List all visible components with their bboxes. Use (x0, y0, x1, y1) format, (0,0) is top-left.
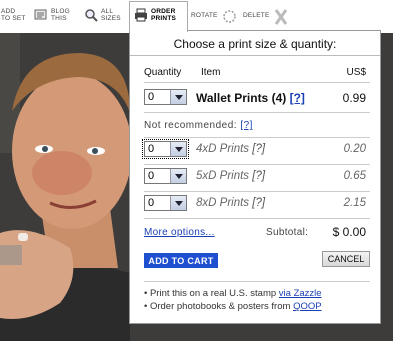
more-options-link[interactable]: More options... (144, 227, 215, 238)
delete-x-icon (274, 9, 288, 25)
qoop-text: • Order photobooks & posters from (144, 301, 291, 312)
row-divider (144, 164, 370, 165)
cancel-button[interactable]: CANCEL (322, 251, 370, 267)
not-recommended-label: Not recommended: [?] (144, 120, 253, 131)
8xd-price: 2.15 (343, 197, 366, 209)
blog-this-label: BLOG THIS (51, 8, 70, 22)
chevron-down-icon (170, 196, 186, 210)
4xd-quantity-select[interactable]: 0 (142, 139, 189, 159)
blog-this-button[interactable]: BLOG THIS (34, 2, 70, 30)
row-divider (144, 191, 370, 192)
panel-title: Choose a print size & quantity: (173, 37, 337, 51)
8xd-quantity-select[interactable]: 0 (144, 195, 187, 211)
add-to-cart-button[interactable]: ADD TO CART (144, 253, 218, 268)
5xd-prints-item: 5xD Prints [?] (196, 170, 265, 182)
item-name: 5xD Prints (196, 170, 250, 182)
5xd-price: 0.65 (343, 170, 366, 182)
qoop-link[interactable]: QOOP (293, 301, 322, 312)
delete-button[interactable]: DELETE (243, 2, 291, 30)
row-divider (144, 112, 370, 113)
rotate-label: ROTATE (191, 12, 218, 19)
4xd-prints-item: 4xD Prints [?] (196, 143, 265, 155)
photo-toolbar: ADD TO SET BLOG THIS ALL SIZES ORDER PRI… (0, 0, 393, 33)
blog-icon (34, 8, 48, 22)
quantity-header: Quantity (144, 67, 182, 78)
all-sizes-button[interactable]: ALL SIZES (84, 2, 121, 30)
select-value: 0 (148, 143, 155, 155)
5xd-quantity-select[interactable]: 0 (144, 168, 187, 184)
header-divider (144, 82, 370, 83)
item-name: 8xD Prints (196, 197, 250, 209)
zazzle-link[interactable]: via Zazzle (279, 288, 322, 299)
subtotal-value: $ 0.00 (332, 225, 366, 239)
wallet-quantity-select[interactable]: 0 (144, 89, 187, 105)
8xd-prints-item: 8xD Prints [?] (196, 197, 265, 209)
title-divider (130, 55, 380, 56)
item-name: 4xD Prints (196, 143, 250, 155)
chevron-down-icon (170, 169, 186, 183)
price-header: US$ (346, 67, 366, 78)
delete-label: DELETE (243, 12, 270, 19)
help-link[interactable]: [?] (240, 120, 253, 131)
select-value: 0 (148, 91, 155, 103)
footer-divider (144, 281, 370, 282)
wallet-price: 0.99 (342, 91, 366, 105)
row-divider (144, 137, 370, 138)
4xd-price: 0.20 (343, 143, 366, 155)
chevron-down-icon (170, 90, 186, 104)
magnifier-icon (84, 8, 98, 22)
printer-icon (134, 8, 148, 22)
add-to-set-label: ADD TO SET (1, 8, 26, 22)
help-link[interactable]: [?] (252, 197, 265, 209)
select-value: 0 (148, 170, 155, 182)
order-prints-panel: Choose a print size & quantity: Quantity… (129, 30, 381, 324)
subtotal-label: Subtotal: (266, 227, 309, 238)
zazzle-line: • Print this on a real U.S. stamp via Za… (144, 288, 322, 299)
help-link[interactable]: [?] (252, 170, 265, 182)
row-divider (144, 218, 370, 219)
order-prints-label: ORDER PRINTS (151, 8, 177, 22)
zazzle-text: • Print this on a real U.S. stamp (144, 288, 277, 299)
chevron-down-icon (170, 142, 186, 156)
wallet-prints-item: Wallet Prints (4) [?] (196, 91, 305, 105)
item-name: Wallet Prints (4) (196, 91, 287, 105)
help-link[interactable]: [?] (252, 143, 265, 155)
order-prints-button[interactable]: ORDER PRINTS (129, 1, 188, 32)
rotate-button[interactable]: ROTATE (191, 2, 240, 30)
rotate-icon (222, 9, 237, 24)
all-sizes-label: ALL SIZES (101, 8, 121, 22)
not-recommended-text: Not recommended: (144, 120, 238, 131)
help-link[interactable]: [?] (290, 91, 305, 105)
qoop-line: • Order photobooks & posters from QOOP (144, 301, 322, 312)
item-header: Item (201, 67, 221, 78)
select-value: 0 (148, 197, 155, 209)
add-to-set-button[interactable]: ADD TO SET (1, 2, 26, 30)
